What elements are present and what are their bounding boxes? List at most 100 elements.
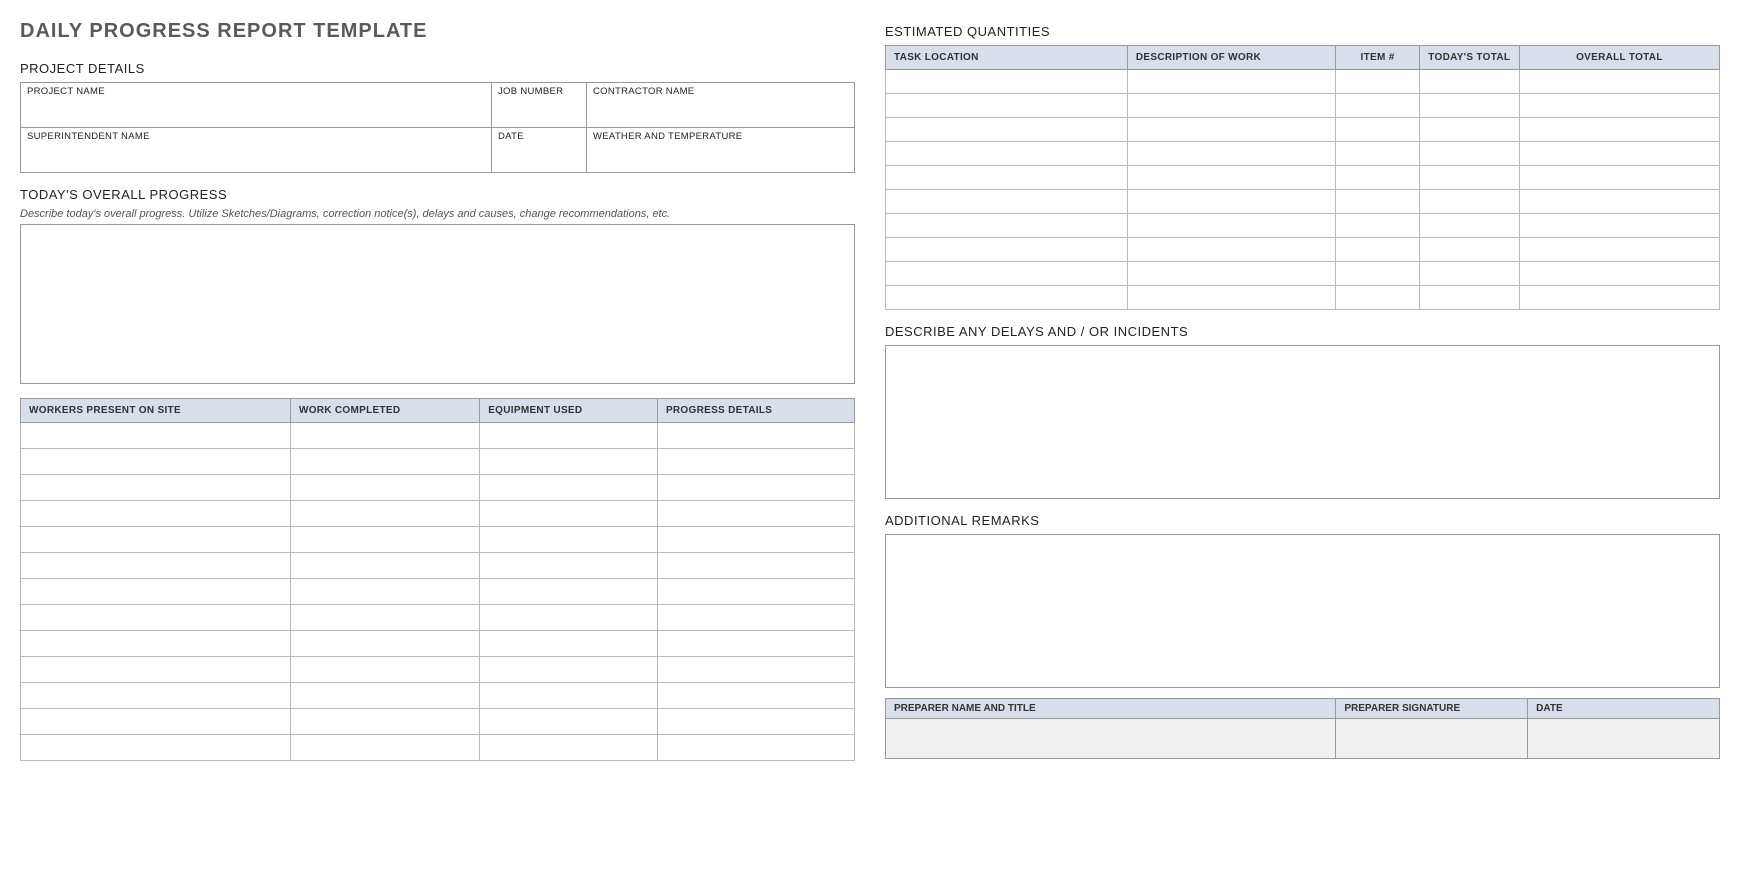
input-weather[interactable] <box>586 142 854 172</box>
table-cell[interactable] <box>480 683 658 709</box>
table-cell[interactable] <box>1127 286 1336 310</box>
table-cell[interactable] <box>1336 166 1419 190</box>
table-cell[interactable] <box>657 605 854 631</box>
table-cell[interactable] <box>21 553 291 579</box>
table-cell[interactable] <box>21 579 291 605</box>
table-cell[interactable] <box>290 423 479 449</box>
table-cell[interactable] <box>1519 286 1719 310</box>
table-cell[interactable] <box>886 262 1128 286</box>
table-cell[interactable] <box>480 527 658 553</box>
table-cell[interactable] <box>657 527 854 553</box>
table-cell[interactable] <box>657 709 854 735</box>
table-cell[interactable] <box>480 735 658 761</box>
table-cell[interactable] <box>1127 70 1336 94</box>
input-delays[interactable] <box>885 345 1720 499</box>
table-cell[interactable] <box>1336 118 1419 142</box>
table-cell[interactable] <box>1336 142 1419 166</box>
input-preparer-name[interactable] <box>886 719 1336 759</box>
table-cell[interactable] <box>1519 238 1719 262</box>
table-cell[interactable] <box>1419 190 1519 214</box>
table-cell[interactable] <box>290 735 479 761</box>
table-cell[interactable] <box>886 214 1128 238</box>
table-cell[interactable] <box>1419 166 1519 190</box>
table-cell[interactable] <box>1519 166 1719 190</box>
table-cell[interactable] <box>1519 94 1719 118</box>
input-overall-progress[interactable] <box>20 224 855 384</box>
table-cell[interactable] <box>1419 214 1519 238</box>
table-cell[interactable] <box>657 449 854 475</box>
table-cell[interactable] <box>21 709 291 735</box>
table-cell[interactable] <box>290 501 479 527</box>
table-cell[interactable] <box>290 683 479 709</box>
table-cell[interactable] <box>1336 94 1419 118</box>
table-cell[interactable] <box>480 449 658 475</box>
table-cell[interactable] <box>21 423 291 449</box>
table-cell[interactable] <box>21 527 291 553</box>
table-cell[interactable] <box>886 286 1128 310</box>
table-cell[interactable] <box>480 709 658 735</box>
table-cell[interactable] <box>1519 118 1719 142</box>
table-cell[interactable] <box>886 70 1128 94</box>
table-cell[interactable] <box>657 553 854 579</box>
table-cell[interactable] <box>1419 118 1519 142</box>
table-cell[interactable] <box>657 501 854 527</box>
table-cell[interactable] <box>21 449 291 475</box>
table-cell[interactable] <box>1127 190 1336 214</box>
table-cell[interactable] <box>21 475 291 501</box>
input-preparer-signature[interactable] <box>1336 719 1528 759</box>
table-cell[interactable] <box>1419 238 1519 262</box>
table-cell[interactable] <box>1419 286 1519 310</box>
table-cell[interactable] <box>290 553 479 579</box>
table-cell[interactable] <box>657 475 854 501</box>
table-cell[interactable] <box>1127 118 1336 142</box>
table-cell[interactable] <box>1127 142 1336 166</box>
table-cell[interactable] <box>1419 94 1519 118</box>
table-cell[interactable] <box>886 238 1128 262</box>
table-cell[interactable] <box>480 605 658 631</box>
table-cell[interactable] <box>290 605 479 631</box>
table-cell[interactable] <box>21 501 291 527</box>
table-cell[interactable] <box>290 475 479 501</box>
input-project-name[interactable] <box>21 97 491 127</box>
table-cell[interactable] <box>290 579 479 605</box>
table-cell[interactable] <box>1419 262 1519 286</box>
table-cell[interactable] <box>1419 142 1519 166</box>
table-cell[interactable] <box>886 94 1128 118</box>
input-date[interactable] <box>491 142 586 172</box>
table-cell[interactable] <box>21 657 291 683</box>
input-preparer-date[interactable] <box>1528 719 1720 759</box>
table-cell[interactable] <box>657 579 854 605</box>
table-cell[interactable] <box>1336 214 1419 238</box>
table-cell[interactable] <box>1127 166 1336 190</box>
table-cell[interactable] <box>21 631 291 657</box>
table-cell[interactable] <box>886 166 1128 190</box>
table-cell[interactable] <box>1336 238 1419 262</box>
table-cell[interactable] <box>290 631 479 657</box>
input-superintendent-name[interactable] <box>21 142 491 172</box>
table-cell[interactable] <box>480 631 658 657</box>
table-cell[interactable] <box>290 527 479 553</box>
table-cell[interactable] <box>657 657 854 683</box>
table-cell[interactable] <box>1127 238 1336 262</box>
table-cell[interactable] <box>886 190 1128 214</box>
table-cell[interactable] <box>480 423 658 449</box>
input-remarks[interactable] <box>885 534 1720 688</box>
table-cell[interactable] <box>480 579 658 605</box>
table-cell[interactable] <box>1519 190 1719 214</box>
table-cell[interactable] <box>480 657 658 683</box>
table-cell[interactable] <box>886 142 1128 166</box>
table-cell[interactable] <box>1127 262 1336 286</box>
table-cell[interactable] <box>1127 214 1336 238</box>
table-cell[interactable] <box>290 657 479 683</box>
table-cell[interactable] <box>657 631 854 657</box>
table-cell[interactable] <box>657 735 854 761</box>
table-cell[interactable] <box>886 118 1128 142</box>
table-cell[interactable] <box>480 553 658 579</box>
table-cell[interactable] <box>290 709 479 735</box>
table-cell[interactable] <box>1519 214 1719 238</box>
table-cell[interactable] <box>1419 70 1519 94</box>
table-cell[interactable] <box>21 683 291 709</box>
table-cell[interactable] <box>1336 70 1419 94</box>
table-cell[interactable] <box>21 735 291 761</box>
table-cell[interactable] <box>21 605 291 631</box>
